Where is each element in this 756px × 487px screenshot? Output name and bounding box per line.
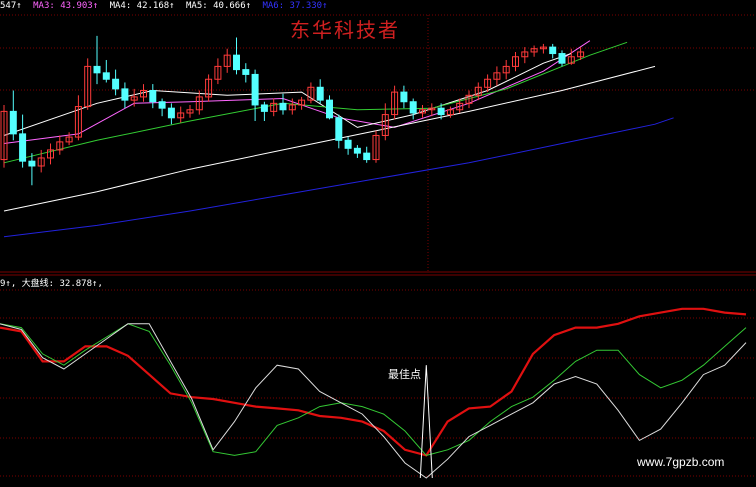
candle-body [558, 53, 566, 64]
legend-item-0: 547↑ [0, 1, 22, 11]
chart-canvas [0, 14, 756, 479]
candle-body [326, 99, 333, 119]
indicator-line-1 [0, 323, 747, 456]
candle-body [251, 73, 259, 106]
candle-body [363, 152, 371, 161]
candle-body [102, 72, 110, 80]
candle-body [242, 69, 250, 75]
candle-body [353, 147, 361, 154]
ma-line-3 [3, 65, 656, 212]
candle-body [112, 78, 120, 90]
candle-body [316, 86, 324, 101]
best-point-annotation: 最佳点 [388, 368, 421, 381]
candle-body [121, 88, 129, 101]
indicator-lines [0, 307, 747, 479]
candle-body [344, 139, 352, 149]
candle-body [279, 102, 287, 111]
legend-item-ma5: MA5: 40.666↑ [186, 1, 252, 11]
candle-body [335, 117, 343, 141]
candlestick-series [0, 35, 585, 186]
ma-legend: 547↑ MA3: 43.903↑ MA4: 42.168↑ MA5: 40.6… [0, 1, 334, 15]
candle-body [149, 89, 157, 103]
candle-body [9, 110, 17, 135]
legend-item-ma4: MA4: 42.168↑ [109, 1, 175, 11]
indicator-legend: 9↑, 大盘线: 32.878↑, [0, 279, 103, 289]
candle-body [167, 107, 175, 119]
candle-body [158, 101, 166, 109]
site-watermark: www.7gpzb.com [637, 455, 725, 469]
candle-body [409, 101, 417, 114]
candle-body [19, 133, 27, 162]
legend-item-ma6: MA6: 37.330↑ [262, 1, 328, 11]
best-point-spike [419, 365, 433, 479]
candle-body [233, 54, 240, 71]
candle-body [93, 65, 101, 74]
watermark-text: 东华科技者 [290, 18, 400, 42]
candle-body [260, 104, 268, 112]
candle-body [549, 46, 557, 55]
candle-body [28, 160, 36, 167]
legend-item-ma3: MA3: 43.903↑ [33, 1, 99, 11]
candle-body [400, 91, 408, 103]
candle-body [437, 107, 445, 116]
indicator-line-2 [0, 323, 747, 479]
